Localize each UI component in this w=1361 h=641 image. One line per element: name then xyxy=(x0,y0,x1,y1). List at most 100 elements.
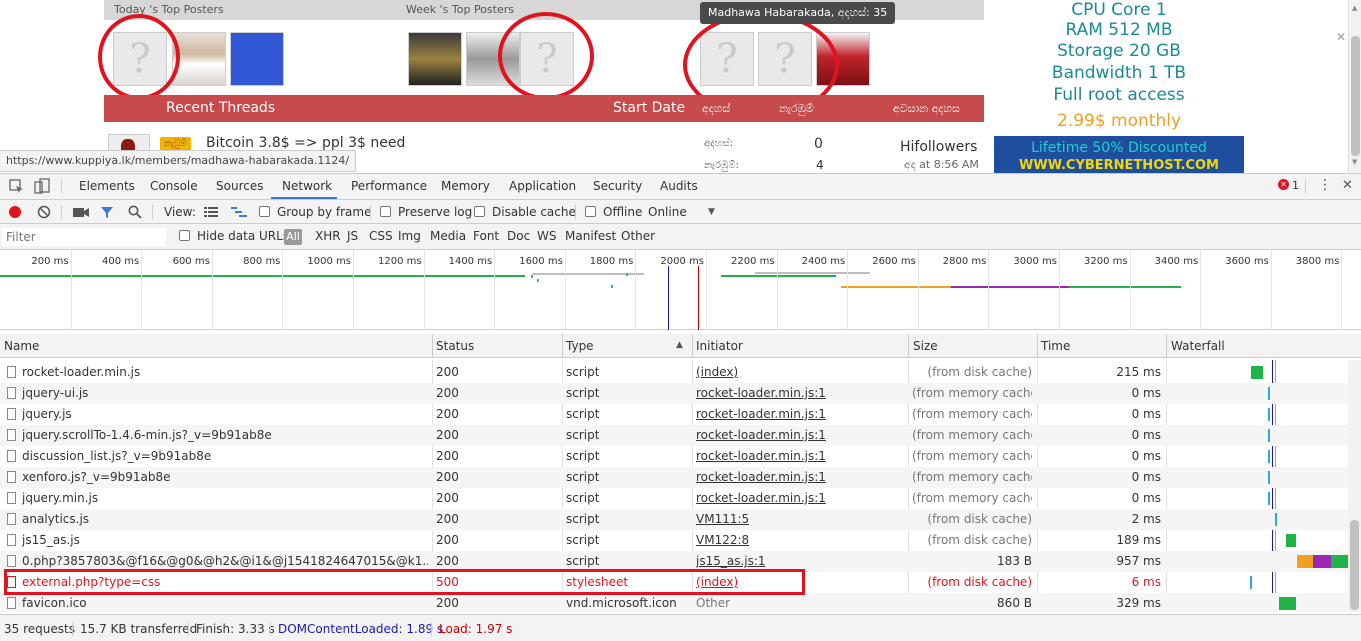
request-row[interactable]: xenforo.js?_v=9b91ab8e 200 script rocket-lo… xyxy=(0,467,1348,488)
request-row[interactable]: jquery.min.js 200 script rocket-loader.min.… xyxy=(0,488,1348,509)
preserve-log-checkbox[interactable] xyxy=(380,206,391,217)
large-rows-icon[interactable] xyxy=(204,206,218,221)
request-row[interactable]: discussion_list.js?_v=9b91ab8e 200 script r… xyxy=(0,446,1348,467)
screenshot-camera-icon[interactable] xyxy=(73,206,89,221)
request-name[interactable]: xenforo.js?_v=9b91ab8e xyxy=(22,470,428,484)
group-by-frame-checkbox[interactable] xyxy=(259,206,270,217)
thread-title-link[interactable]: Bitcoin 3.8$ => ppl 3$ need xyxy=(206,135,405,151)
filter-type-font[interactable]: Font xyxy=(473,229,499,243)
avatar[interactable] xyxy=(230,32,284,86)
start-date-header[interactable]: Start Date xyxy=(613,100,685,116)
ad-close-icon[interactable]: ✕ xyxy=(1336,30,1346,44)
filter-type-xhr[interactable]: XHR xyxy=(315,229,341,243)
tab-audits[interactable]: Audits xyxy=(660,179,698,193)
request-initiator[interactable]: rocket-loader.min.js:1 xyxy=(696,449,826,463)
error-icon[interactable]: ✕ xyxy=(1278,179,1289,190)
tab-memory[interactable]: Memory xyxy=(441,179,490,193)
filter-type-other[interactable]: Other xyxy=(621,229,655,243)
record-icon[interactable] xyxy=(9,206,21,218)
inspect-element-icon[interactable] xyxy=(9,179,24,197)
request-initiator[interactable]: VM122:8 xyxy=(696,533,749,547)
request-row[interactable]: rocket-loader.min.js 200 script (index) (fro… xyxy=(0,362,1348,383)
request-name[interactable]: rocket-loader.min.js xyxy=(22,365,428,379)
avatar[interactable] xyxy=(408,32,462,86)
hide-data-urls-checkbox[interactable] xyxy=(179,230,190,241)
offline-label[interactable]: Offline xyxy=(603,205,642,219)
request-initiator[interactable]: rocket-loader.min.js:1 xyxy=(696,491,826,505)
filter-type-doc[interactable]: Doc xyxy=(507,229,530,243)
waterfall-overview-icon[interactable] xyxy=(231,206,247,221)
close-devtools-icon[interactable]: ✕ xyxy=(1342,178,1353,193)
request-name[interactable]: analytics.js xyxy=(22,512,428,526)
table-scrollbar-thumb[interactable] xyxy=(1350,520,1359,610)
filter-type-js[interactable]: JS xyxy=(347,229,358,243)
sort-ascending-icon[interactable]: ▲ xyxy=(676,340,683,350)
replies-header[interactable]: අදහස් xyxy=(702,102,730,116)
filter-type-media[interactable]: Media xyxy=(430,229,466,243)
request-name[interactable]: js15_as.js xyxy=(22,533,428,547)
disable-cache-label[interactable]: Disable cache xyxy=(492,205,576,219)
filter-type-manifest[interactable]: Manifest xyxy=(565,229,616,243)
column-name[interactable]: Name xyxy=(4,339,39,353)
throttling-select[interactable]: Online xyxy=(648,205,687,219)
filter-input[interactable] xyxy=(2,228,166,246)
request-row[interactable]: analytics.js 200 script VM111:5 (from disk c… xyxy=(0,509,1348,530)
avatar[interactable] xyxy=(172,32,226,86)
column-status[interactable]: Status xyxy=(436,339,474,353)
column-size[interactable]: Size xyxy=(913,339,938,353)
clear-icon[interactable] xyxy=(37,205,51,222)
tab-elements[interactable]: Elements xyxy=(79,179,135,193)
filter-all-chip[interactable]: All xyxy=(284,229,302,245)
request-row[interactable]: jquery-ui.js 200 script rocket-loader.min.j… xyxy=(0,383,1348,404)
tab-console[interactable]: Console xyxy=(150,179,198,193)
request-row[interactable]: jquery.scrollTo-1.4.6-min.js?_v=9b91ab8e… xyxy=(0,425,1348,446)
column-waterfall[interactable]: Waterfall xyxy=(1171,339,1225,353)
request-name[interactable]: jquery-ui.js xyxy=(22,386,428,400)
timeline-overview[interactable]: 200 ms 400 ms 600 ms 800 ms 1000 ms 1200 ms 14… xyxy=(0,250,1361,330)
request-initiator[interactable]: VM111:5 xyxy=(696,512,749,526)
request-initiator[interactable]: (index) xyxy=(696,365,738,379)
request-row[interactable]: favicon.ico 200 vnd.microsoft.icon Other 860… xyxy=(0,593,1348,612)
offline-checkbox[interactable] xyxy=(585,206,596,217)
filter-type-img[interactable]: Img xyxy=(398,229,421,243)
request-name[interactable]: jquery.scrollTo-1.4.6-min.js?_v=9b91ab8e xyxy=(22,428,428,442)
tab-security[interactable]: Security xyxy=(593,179,642,193)
request-initiator[interactable]: rocket-loader.min.js:1 xyxy=(696,428,826,442)
group-by-frame-label[interactable]: Group by frame xyxy=(277,205,371,219)
preserve-log-label[interactable]: Preserve log xyxy=(398,205,472,219)
request-row[interactable]: js15_as.js 200 script VM122:8 (from disk cac… xyxy=(0,530,1348,551)
device-toolbar-icon[interactable] xyxy=(34,178,50,197)
page-scrollbar[interactable]: ▲ ▼ xyxy=(1348,0,1361,173)
tab-application[interactable]: Application xyxy=(509,179,576,193)
column-time[interactable]: Time xyxy=(1041,339,1070,353)
chevron-down-icon[interactable]: ▼ xyxy=(708,207,715,217)
column-initiator[interactable]: Initiator xyxy=(696,339,743,353)
request-initiator[interactable]: js15_as.js:1 xyxy=(696,554,766,568)
disable-cache-checkbox[interactable] xyxy=(474,206,485,217)
filter-type-css[interactable]: CSS xyxy=(369,229,393,243)
search-icon[interactable] xyxy=(128,205,142,222)
request-name[interactable]: 0.php?3857803&@f16&@g0&@h2&@i1&@j1541824… xyxy=(22,554,428,568)
filter-type-ws[interactable]: WS xyxy=(537,229,556,243)
hide-data-urls-label[interactable]: Hide data URLs xyxy=(197,229,289,243)
promo-banner[interactable]: Lifetime 50% Discounted WWW.CYBERNETHOST… xyxy=(994,136,1244,173)
views-header[interactable]: නැරඹුම් xyxy=(779,102,814,116)
last-poster-link[interactable]: Hifollowers xyxy=(900,139,977,155)
table-scrollbar[interactable] xyxy=(1348,360,1361,612)
request-name[interactable]: jquery.min.js xyxy=(22,491,428,505)
tab-network[interactable]: Network xyxy=(282,179,332,193)
request-name[interactable]: jquery.js xyxy=(22,407,428,421)
error-count[interactable]: 1 xyxy=(1292,179,1299,192)
filter-funnel-icon[interactable] xyxy=(100,205,114,222)
request-row[interactable]: jquery.js 200 script rocket-loader.min.js:1… xyxy=(0,404,1348,425)
tab-sources[interactable]: Sources xyxy=(216,179,263,193)
request-initiator[interactable]: rocket-loader.min.js:1 xyxy=(696,407,826,421)
request-name[interactable]: discussion_list.js?_v=9b91ab8e xyxy=(22,449,428,463)
kebab-menu-icon[interactable]: ⋮ xyxy=(1318,177,1332,193)
request-initiator[interactable]: rocket-loader.min.js:1 xyxy=(696,470,826,484)
request-name[interactable]: favicon.ico xyxy=(22,596,428,610)
request-initiator[interactable]: rocket-loader.min.js:1 xyxy=(696,386,826,400)
tab-performance[interactable]: Performance xyxy=(351,179,427,193)
column-type[interactable]: Type xyxy=(566,339,594,353)
last-post-header[interactable]: අවසාන අදහස xyxy=(893,102,960,116)
